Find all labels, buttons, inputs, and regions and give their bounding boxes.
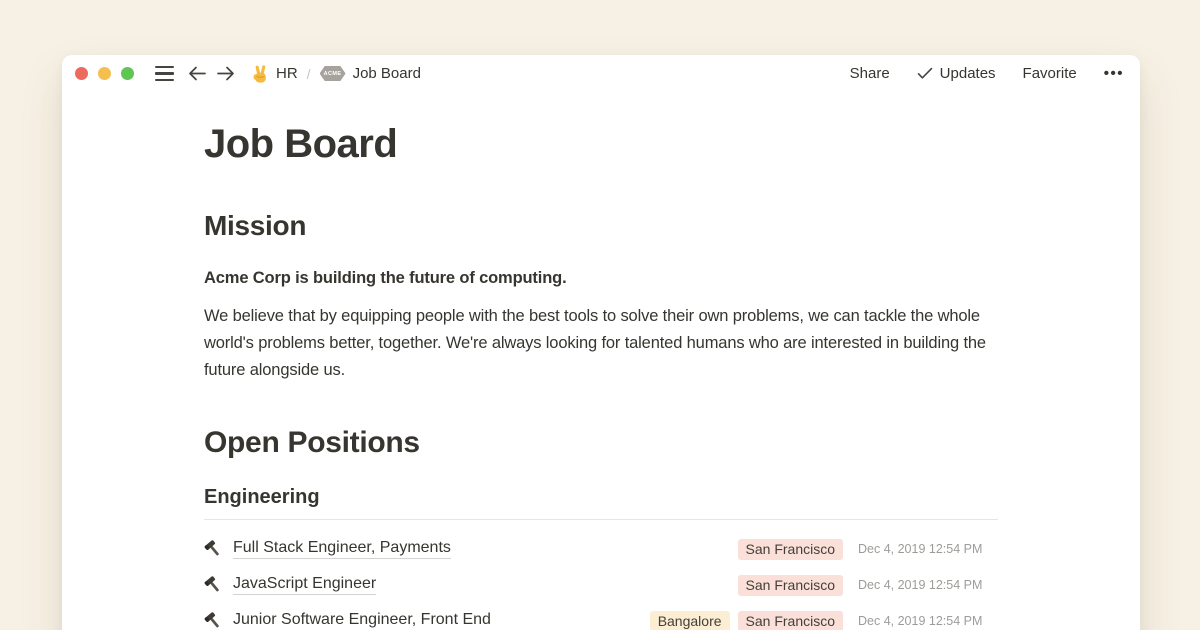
breadcrumb: HR / ACME Job Board [252,65,421,83]
job-title-link[interactable]: JavaScript Engineer [233,575,376,595]
zoom-button[interactable] [121,67,134,80]
hammer-icon [204,540,222,558]
job-title-link[interactable]: Full Stack Engineer, Payments [233,539,451,559]
app-window: HR / ACME Job Board Share Updates Favori… [62,55,1140,630]
breadcrumb-separator: / [307,66,311,82]
open-positions-heading: Open Positions [204,424,998,462]
job-title-link[interactable]: Junior Software Engineer, Front End [233,611,491,630]
engineering-heading: Engineering [204,484,998,510]
job-date: Dec 4, 2019 12:54 PM [858,578,998,592]
back-button[interactable] [188,66,206,81]
acme-logo-icon: ACME [320,66,346,81]
traffic-lights [75,67,134,80]
job-date: Dec 4, 2019 12:54 PM [858,614,998,628]
breadcrumb-page-label: Job Board [353,65,421,82]
mission-heading: Mission [204,208,998,244]
arrow-left-icon [188,66,206,81]
updates-label: Updates [940,65,996,82]
minimize-button[interactable] [98,67,111,80]
job-tags: San Francisco [738,539,843,560]
favorite-button[interactable]: Favorite [1023,65,1077,82]
updates-button[interactable]: Updates [917,65,996,82]
titlebar-actions: Share Updates Favorite ••• [850,65,1124,82]
job-list: Full Stack Engineer, Payments San Franci… [204,531,998,630]
hammer-icon [204,612,222,630]
mission-body: We believe that by equipping people with… [204,303,998,384]
job-tag: San Francisco [738,611,843,630]
share-button[interactable]: Share [850,65,890,82]
job-tags: Bangalore San Francisco [650,611,843,630]
titlebar: HR / ACME Job Board Share Updates Favori… [62,55,1140,92]
victory-hand-emoji [252,65,269,83]
forward-button[interactable] [217,66,235,81]
breadcrumb-workspace[interactable]: HR [252,65,298,83]
job-row: JavaScript Engineer San Francisco Dec 4,… [204,567,998,603]
hammer-icon [204,576,222,594]
check-icon [917,67,933,80]
page-title: Job Board [204,120,998,168]
arrow-right-icon [217,66,235,81]
job-row: Junior Software Engineer, Front End Bang… [204,603,998,630]
breadcrumb-page[interactable]: ACME Job Board [320,65,421,82]
close-button[interactable] [75,67,88,80]
job-tag: San Francisco [738,575,843,596]
job-tags: San Francisco [738,575,843,596]
job-tag: Bangalore [650,611,730,630]
job-row: Full Stack Engineer, Payments San Franci… [204,531,998,567]
menu-icon[interactable] [155,66,174,81]
job-date: Dec 4, 2019 12:54 PM [858,542,998,556]
mission-lead: Acme Corp is building the future of comp… [204,266,998,291]
more-icon[interactable]: ••• [1104,65,1124,82]
page-content: Job Board Mission Acme Corp is building … [62,92,1140,630]
breadcrumb-workspace-label: HR [276,65,298,82]
job-tag: San Francisco [738,539,843,560]
divider [204,519,998,520]
